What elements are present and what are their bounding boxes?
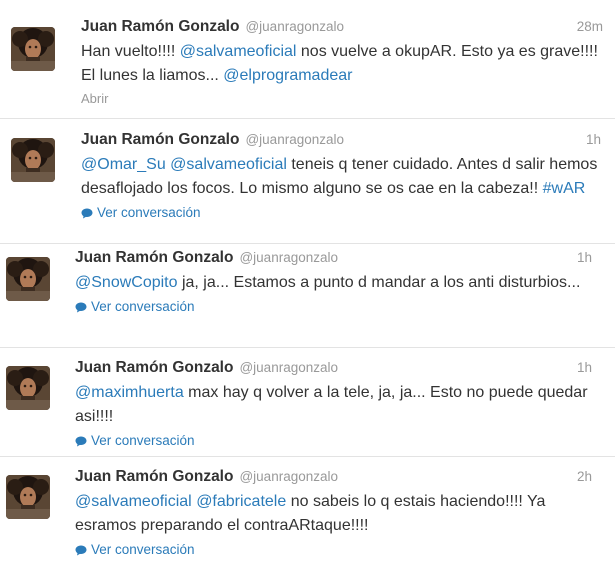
tweet-timestamp[interactable]: 1h — [586, 132, 601, 147]
tweet-text: @maximhuerta max hay q volver a la tele,… — [75, 381, 592, 429]
mention-link[interactable]: @salvameoficial — [180, 43, 297, 60]
tweet-author-handle[interactable]: @juanragonzalo — [239, 250, 338, 265]
tweet-author-handle[interactable]: @juanragonzalo — [239, 469, 338, 484]
view-conversation-link[interactable]: Ver conversación — [75, 542, 592, 557]
avatar[interactable] — [6, 257, 50, 301]
tweet-author-handle[interactable]: @juanragonzalo — [245, 19, 344, 34]
mention-link[interactable]: @salvameoficial — [170, 156, 287, 173]
view-conversation-label[interactable]: Ver conversación — [97, 205, 201, 220]
avatar[interactable] — [11, 27, 55, 71]
view-conversation-link[interactable]: Ver conversación — [75, 433, 592, 448]
tweet-author-name[interactable]: Juan Ramón Gonzalo — [81, 131, 239, 148]
tweet-author-handle[interactable]: @juanragonzalo — [239, 360, 338, 375]
mention-link[interactable]: @SnowCopito — [75, 274, 178, 291]
view-conversation-link[interactable]: Ver conversación — [75, 299, 592, 314]
tweet-text: @salvameoficial @fabricatele no sabeis l… — [75, 490, 592, 538]
tweet-timestamp[interactable]: 1h — [577, 250, 592, 265]
view-conversation-label[interactable]: Ver conversación — [91, 542, 195, 557]
tweet-timestamp[interactable]: 2h — [577, 469, 592, 484]
mention-link[interactable]: @Omar_Su — [81, 156, 166, 173]
tweet-author-name[interactable]: Juan Ramón Gonzalo — [81, 18, 239, 35]
mention-link[interactable]: @salvameoficial — [75, 493, 192, 510]
tweet-item[interactable]: Juan Ramón Gonzalo @juanragonzalo 1h @Sno… — [0, 244, 615, 347]
tweet-text: @Omar_Su @salvameoficial teneis q tener … — [81, 153, 601, 201]
tweet-timestamp[interactable]: 28m — [577, 19, 603, 34]
tweet-item[interactable]: Juan Ramón Gonzalo @juanragonzalo 1h @max… — [0, 348, 615, 456]
view-conversation-label[interactable]: Ver conversación — [91, 299, 195, 314]
mention-link[interactable]: @elprogramadear — [223, 67, 352, 84]
tweet-text-segment: ja, ja... Estamos a punto d mandar a los… — [177, 274, 581, 291]
speech-bubble-icon — [75, 299, 91, 314]
tweet-item[interactable]: Juan Ramón Gonzalo @juanragonzalo 1h @Oma… — [0, 119, 615, 243]
tweet-text: Han vuelto!!!! @salvameoficial nos vuelv… — [81, 40, 603, 88]
avatar[interactable] — [6, 366, 50, 410]
speech-bubble-icon — [81, 205, 97, 220]
speech-bubble-icon — [75, 542, 91, 557]
tweet-author-handle[interactable]: @juanragonzalo — [245, 132, 344, 147]
tweet-text: @SnowCopito ja, ja... Estamos a punto d … — [75, 271, 592, 295]
tweet-author-name[interactable]: Juan Ramón Gonzalo — [75, 359, 233, 376]
tweet-author-name[interactable]: Juan Ramón Gonzalo — [75, 468, 233, 485]
tweet-item[interactable]: Juan Ramón Gonzalo @juanragonzalo 2h @sal… — [0, 457, 615, 565]
speech-bubble-icon — [75, 433, 91, 448]
tweet-item[interactable]: Juan Ramón Gonzalo @juanragonzalo 28m Han… — [0, 0, 615, 118]
tweet-author-name[interactable]: Juan Ramón Gonzalo — [75, 249, 233, 266]
tweet-timestamp[interactable]: 1h — [577, 360, 592, 375]
avatar[interactable] — [6, 475, 50, 519]
expand-link[interactable]: Abrir — [81, 91, 603, 106]
tweet-text-segment: Han vuelto!!!! — [81, 43, 180, 60]
mention-link[interactable]: @maximhuerta — [75, 384, 184, 401]
avatar[interactable] — [11, 138, 55, 182]
view-conversation-label[interactable]: Ver conversación — [91, 433, 195, 448]
view-conversation-link[interactable]: Ver conversación — [81, 205, 601, 220]
mention-link[interactable]: @fabricatele — [196, 493, 286, 510]
hashtag-link[interactable]: #wAR — [543, 180, 586, 197]
tweet-timeline: Juan Ramón Gonzalo @juanragonzalo 28m Han… — [0, 0, 615, 565]
